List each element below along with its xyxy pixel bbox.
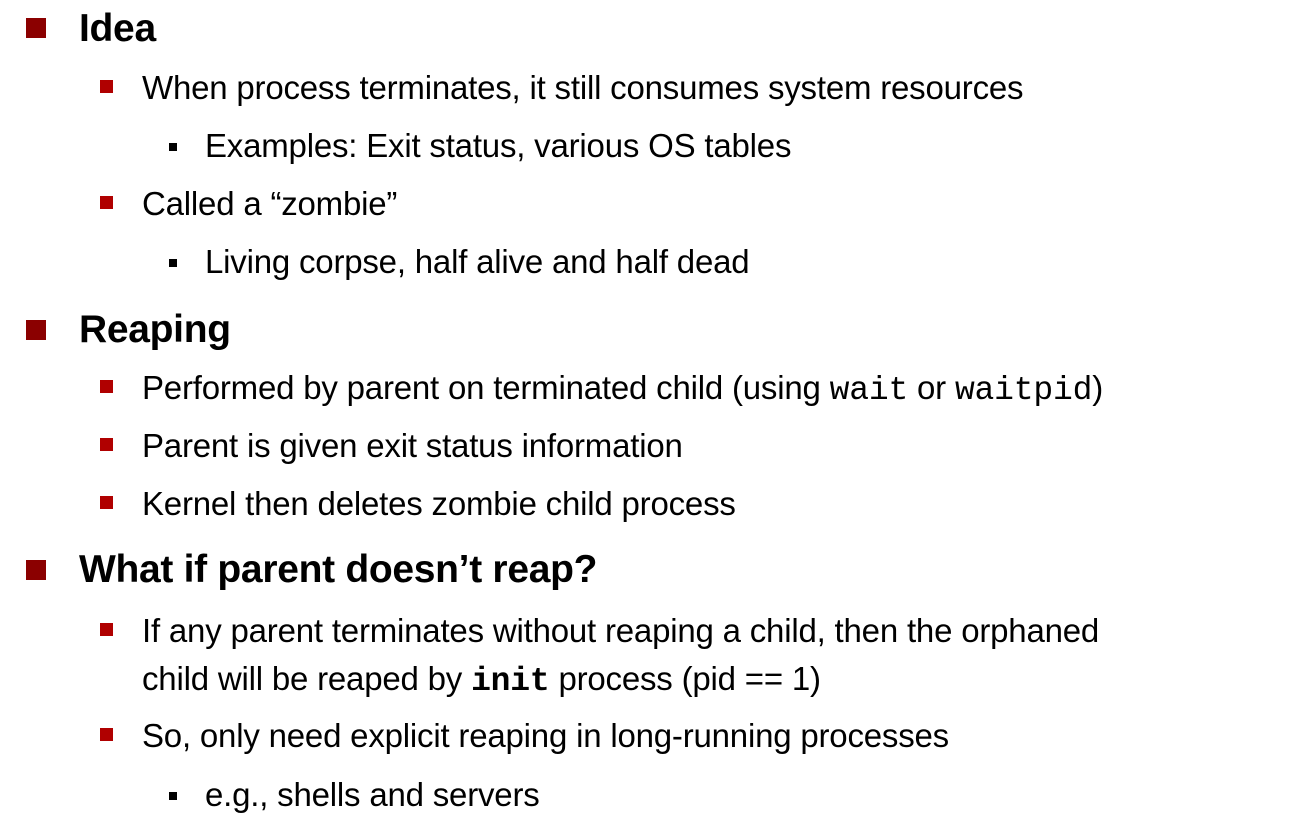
code-wait: wait <box>829 372 909 409</box>
heading-reaping: Reaping <box>79 308 231 351</box>
item-text: ) <box>1092 369 1103 406</box>
bullet-level2 <box>100 80 113 93</box>
bullet-level3 <box>169 259 177 267</box>
heading-idea: Idea <box>79 7 156 50</box>
item-performed-by-parent: Performed by parent on terminated child … <box>142 371 1103 407</box>
section-bullet-no-reap <box>26 560 46 580</box>
bullet-level2 <box>100 496 113 509</box>
item-text: Performed by parent on terminated child … <box>142 369 830 406</box>
item-kernel-deletes: Kernel then deletes zombie child process <box>142 485 736 522</box>
item-text: or <box>908 369 955 406</box>
item-orphaned-line1: If any parent terminates without reaping… <box>142 612 1100 649</box>
subitem-shells-servers: e.g., shells and servers <box>205 776 540 813</box>
item-text: process (pid == 1) <box>549 660 821 697</box>
bullet-level2 <box>100 196 113 209</box>
code-init: init <box>471 663 550 700</box>
item-orphaned-line2: child will be reaped by init process (pi… <box>142 662 821 698</box>
heading-no-reap: What if parent doesn’t reap? <box>79 548 598 591</box>
item-explicit-reaping: So, only need explicit reaping in long-r… <box>142 717 949 754</box>
bullet-level2 <box>100 623 113 636</box>
section-bullet-idea <box>26 18 46 38</box>
subitem-examples: Examples: Exit status, various OS tables <box>205 127 792 164</box>
bullet-level3 <box>169 143 177 151</box>
item-called-zombie: Called a “zombie” <box>142 185 398 222</box>
bullet-level2 <box>100 438 113 451</box>
item-process-terminates: When process terminates, it still consum… <box>142 69 1024 106</box>
bullet-level2 <box>100 380 113 393</box>
bullet-level2 <box>100 728 113 741</box>
code-waitpid: waitpid <box>954 372 1093 409</box>
section-bullet-reaping <box>26 320 46 340</box>
bullet-level3 <box>169 792 177 800</box>
item-text: child will be reaped by <box>142 660 472 697</box>
subitem-living-corpse: Living corpse, half alive and half dead <box>205 243 750 280</box>
slide: Idea When process terminates, it still c… <box>0 0 1293 832</box>
item-exit-status: Parent is given exit status information <box>142 427 683 464</box>
